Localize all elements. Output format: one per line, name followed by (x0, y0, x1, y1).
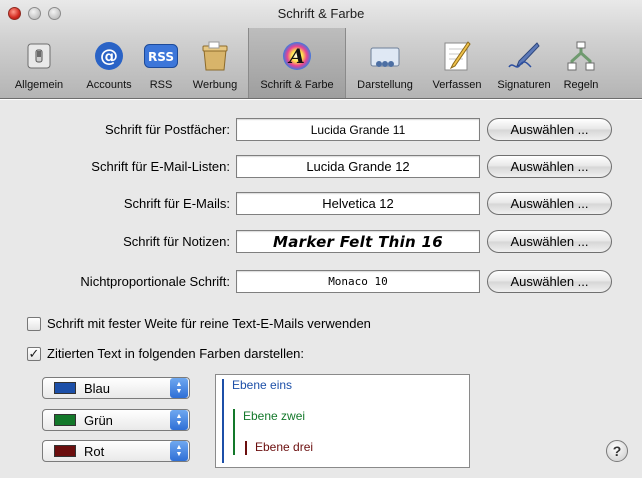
font-field: Marker Felt Thin 16 (236, 230, 480, 253)
quote-text-level-1: Ebene eins (232, 378, 293, 392)
font-field: Monaco 10 (236, 270, 480, 293)
toolbar-item-werbung[interactable]: Werbung (182, 28, 248, 98)
fixed-width-label: Schrift mit fester Weite für reine Text-… (47, 316, 371, 331)
rss-icon: RSS (144, 39, 178, 73)
toolbar-item-darstellung[interactable]: Darstellung (346, 28, 424, 98)
toolbar: Allgemein @ Accounts RSS RSS Werbung A S… (0, 28, 604, 98)
font-label: Schrift für Notizen: (123, 234, 230, 249)
font-row-mailboxes: Schrift für Postfächer: Lucida Grande 11… (0, 118, 642, 142)
quote-bar-level-2 (233, 409, 235, 455)
quote-text-level-3: Ebene drei (255, 440, 314, 454)
popup-label: Rot (84, 443, 105, 459)
quote-text-level-2: Ebene zwei (243, 409, 306, 423)
help-button[interactable]: ? (606, 440, 628, 462)
quote-level-3-popup[interactable]: Rot ▲ ▼ (42, 440, 190, 462)
toolbar-label: RSS (149, 79, 173, 91)
compose-pencil-icon (440, 39, 474, 73)
toolbar-item-regeln[interactable]: Regeln (558, 28, 604, 98)
choose-font-button[interactable]: Auswählen ... (487, 118, 612, 141)
font-field: Helvetica 12 (236, 192, 480, 215)
popup-label: Blau (84, 380, 111, 396)
quote-bar-level-1 (222, 379, 224, 463)
toolbar-label: Schrift & Farbe (260, 79, 334, 91)
quote-level-1-popup[interactable]: Blau ▲ ▼ (42, 377, 190, 399)
up-down-arrows-icon: ▲ ▼ (170, 378, 188, 398)
fixed-width-option[interactable]: Schrift mit fester Weite für reine Text-… (27, 316, 371, 331)
signature-pen-icon (507, 39, 541, 73)
fonts-colors-pane: Schrift für Postfächer: Lucida Grande 11… (0, 100, 642, 478)
window-title: Schrift & Farbe (277, 6, 365, 21)
toolbar-item-allgemein[interactable]: Allgemein (0, 28, 78, 98)
toolbar-item-schrift-farbe[interactable]: A Schrift & Farbe (248, 28, 346, 98)
font-row-message-list: Schrift für E-Mail-Listen: Lucida Grande… (0, 155, 642, 179)
fonts-colors-icon: A (280, 39, 314, 73)
fixed-width-checkbox[interactable] (27, 316, 41, 331)
toolbar-label: Signaturen (497, 79, 551, 91)
switch-icon (22, 39, 56, 73)
font-label: Nichtproportionale Schrift: (80, 274, 230, 289)
font-row-notes: Schrift für Notizen: Marker Felt Thin 16… (0, 230, 642, 254)
font-label: Schrift für Postfächer: (105, 122, 230, 137)
rules-icon (564, 39, 598, 73)
at-sign-icon: @ (92, 39, 126, 73)
font-field: Lucida Grande 11 (236, 118, 480, 141)
quote-preview: Ebene eins Ebene zwei Ebene drei (215, 374, 470, 468)
toolbar-item-signaturen[interactable]: Signaturen (490, 28, 558, 98)
font-label: Schrift für E-Mail-Listen: (91, 159, 230, 174)
color-swatch (54, 382, 76, 394)
color-swatch (54, 414, 76, 426)
toolbar-label: Regeln (563, 79, 599, 91)
quote-colors-option[interactable]: ✓ Zitierten Text in folgenden Farben dar… (27, 346, 304, 361)
toolbar-label: Verfassen (432, 79, 482, 91)
quote-colors-checkbox[interactable]: ✓ (27, 346, 41, 361)
checkmark-icon: ✓ (28, 346, 40, 361)
up-down-arrows-icon: ▲ ▼ (170, 410, 188, 430)
choose-font-button[interactable]: Auswählen ... (487, 270, 612, 293)
quote-colors-label: Zitierten Text in folgenden Farben darst… (47, 346, 305, 361)
toolbar-label: Accounts (86, 79, 132, 91)
toolbar-item-accounts[interactable]: @ Accounts (78, 28, 140, 98)
quote-bar-level-3 (245, 441, 247, 455)
font-field: Lucida Grande 12 (236, 155, 480, 178)
choose-font-button[interactable]: Auswählen ... (487, 155, 612, 178)
toolbar-label: Darstellung (357, 79, 413, 91)
up-down-arrows-icon: ▲ ▼ (170, 441, 188, 461)
color-swatch (54, 445, 76, 457)
font-row-messages: Schrift für E-Mails: Helvetica 12 Auswäh… (0, 192, 642, 216)
svg-text:A: A (287, 44, 305, 68)
choose-font-button[interactable]: Auswählen ... (487, 192, 612, 215)
toolbar-item-verfassen[interactable]: Verfassen (424, 28, 490, 98)
toolbar-label: Werbung (192, 79, 238, 91)
quote-level-2-popup[interactable]: Grün ▲ ▼ (42, 409, 190, 431)
font-label: Schrift für E-Mails: (123, 196, 230, 211)
popup-label: Grün (84, 412, 113, 428)
svg-text:@: @ (100, 46, 118, 67)
choose-font-button[interactable]: Auswählen ... (487, 230, 612, 253)
trash-bin-icon (198, 39, 232, 73)
title-toolbar-area: Schrift & Farbe Allgemein @ Accounts RSS… (0, 0, 642, 99)
display-icon (368, 39, 402, 73)
preferences-window: Schrift & Farbe Allgemein @ Accounts RSS… (0, 0, 642, 478)
svg-text:RSS: RSS (148, 50, 174, 64)
font-row-fixed-width: Nichtproportionale Schrift: Monaco 10 Au… (0, 270, 642, 294)
toolbar-label: Allgemein (14, 79, 64, 91)
toolbar-item-rss[interactable]: RSS RSS (140, 28, 182, 98)
